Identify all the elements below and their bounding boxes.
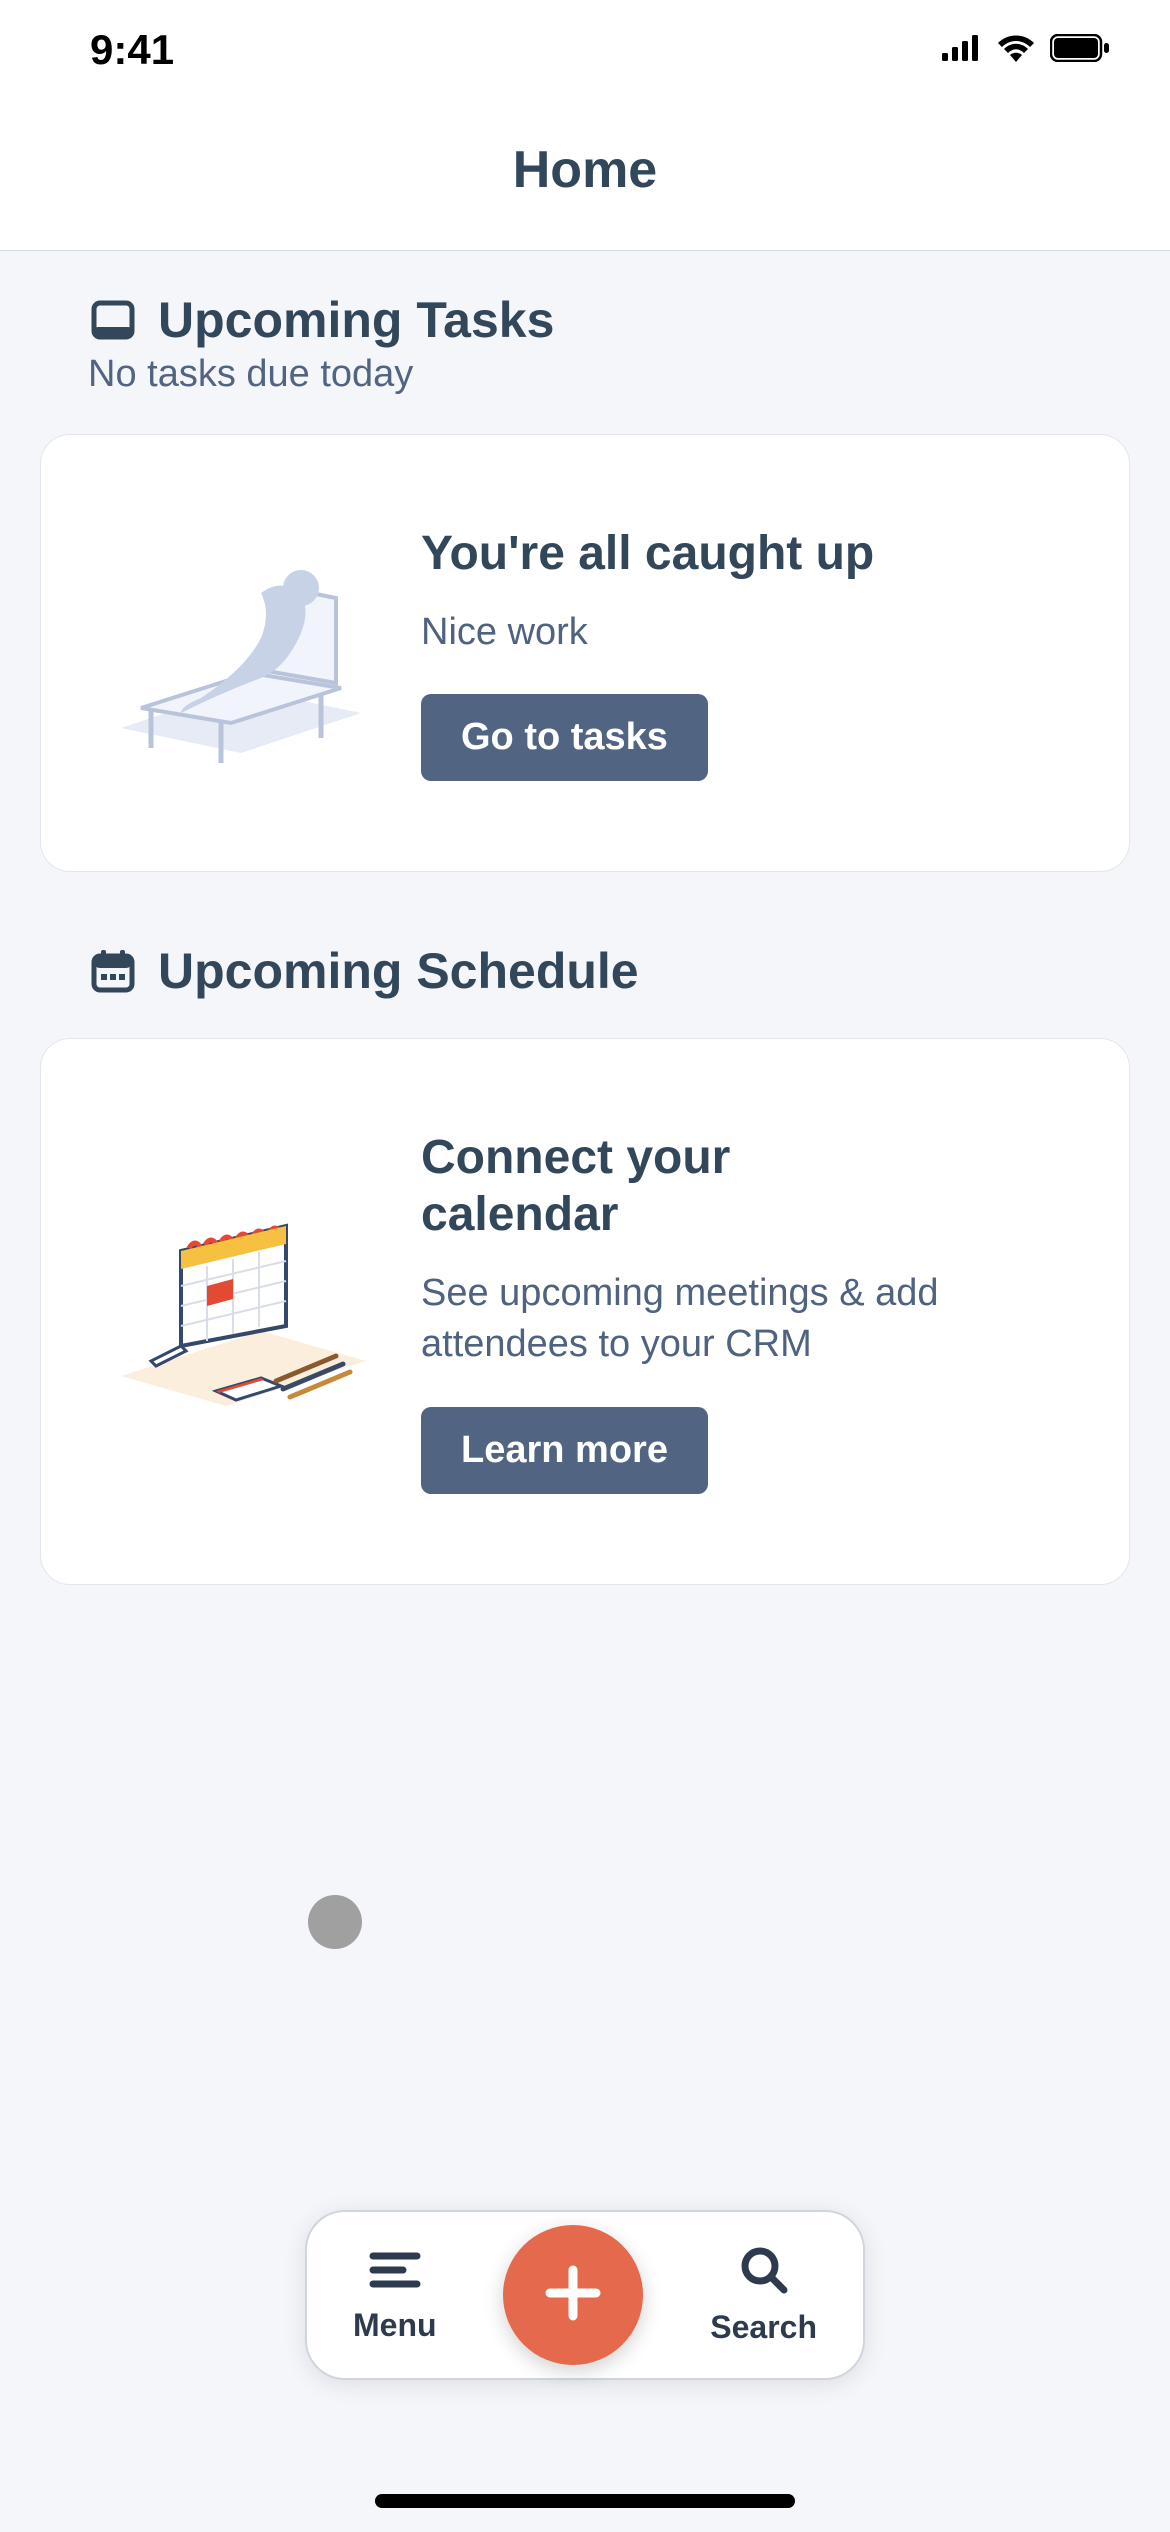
schedule-card-title: Connect your calendar (421, 1129, 841, 1244)
tasks-section-header: Upcoming Tasks (40, 291, 1130, 349)
go-to-tasks-button[interactable]: Go to tasks (421, 694, 708, 781)
tasks-title: Upcoming Tasks (158, 291, 554, 349)
relax-illustration (101, 533, 381, 773)
menu-icon (367, 2246, 423, 2299)
status-bar: 9:41 (0, 0, 1170, 100)
search-label: Search (710, 2309, 817, 2346)
tasks-card-subtitle: Nice work (421, 607, 1069, 658)
menu-label: Menu (353, 2307, 437, 2344)
search-icon (736, 2244, 792, 2301)
tasks-card: You're all caught up Nice work Go to tas… (40, 434, 1130, 872)
search-button[interactable]: Search (710, 2244, 817, 2346)
content-area: Upcoming Tasks No tasks due today You're… (0, 251, 1170, 1585)
schedule-card: Connect your calendar See upcoming meeti… (40, 1038, 1130, 1585)
schedule-card-subtitle: See upcoming meetings & add attendees to… (421, 1268, 1069, 1371)
tasks-icon (88, 295, 138, 345)
cellular-icon (942, 35, 982, 66)
schedule-title: Upcoming Schedule (158, 942, 639, 1000)
page-title: Home (0, 140, 1170, 200)
learn-more-button[interactable]: Learn more (421, 1407, 708, 1494)
tasks-card-body: You're all caught up Nice work Go to tas… (421, 525, 1069, 781)
bottom-dock: Menu Search (305, 2210, 865, 2380)
touch-indicator (308, 1895, 362, 1949)
status-icons (942, 34, 1110, 67)
tasks-subtitle: No tasks due today (40, 353, 1130, 396)
home-indicator (375, 2494, 795, 2508)
schedule-card-body: Connect your calendar See upcoming meeti… (421, 1129, 1069, 1494)
calendar-illustration (101, 1191, 381, 1431)
nav-bar: Home (0, 100, 1170, 251)
status-time: 9:41 (90, 26, 174, 74)
tasks-card-title: You're all caught up (421, 525, 1069, 583)
schedule-section-header: Upcoming Schedule (40, 942, 1130, 1000)
add-button[interactable] (503, 2225, 643, 2365)
menu-button[interactable]: Menu (353, 2246, 437, 2344)
battery-icon (1050, 34, 1110, 67)
calendar-icon (88, 946, 138, 996)
plus-icon (538, 2258, 608, 2333)
wifi-icon (996, 34, 1036, 67)
